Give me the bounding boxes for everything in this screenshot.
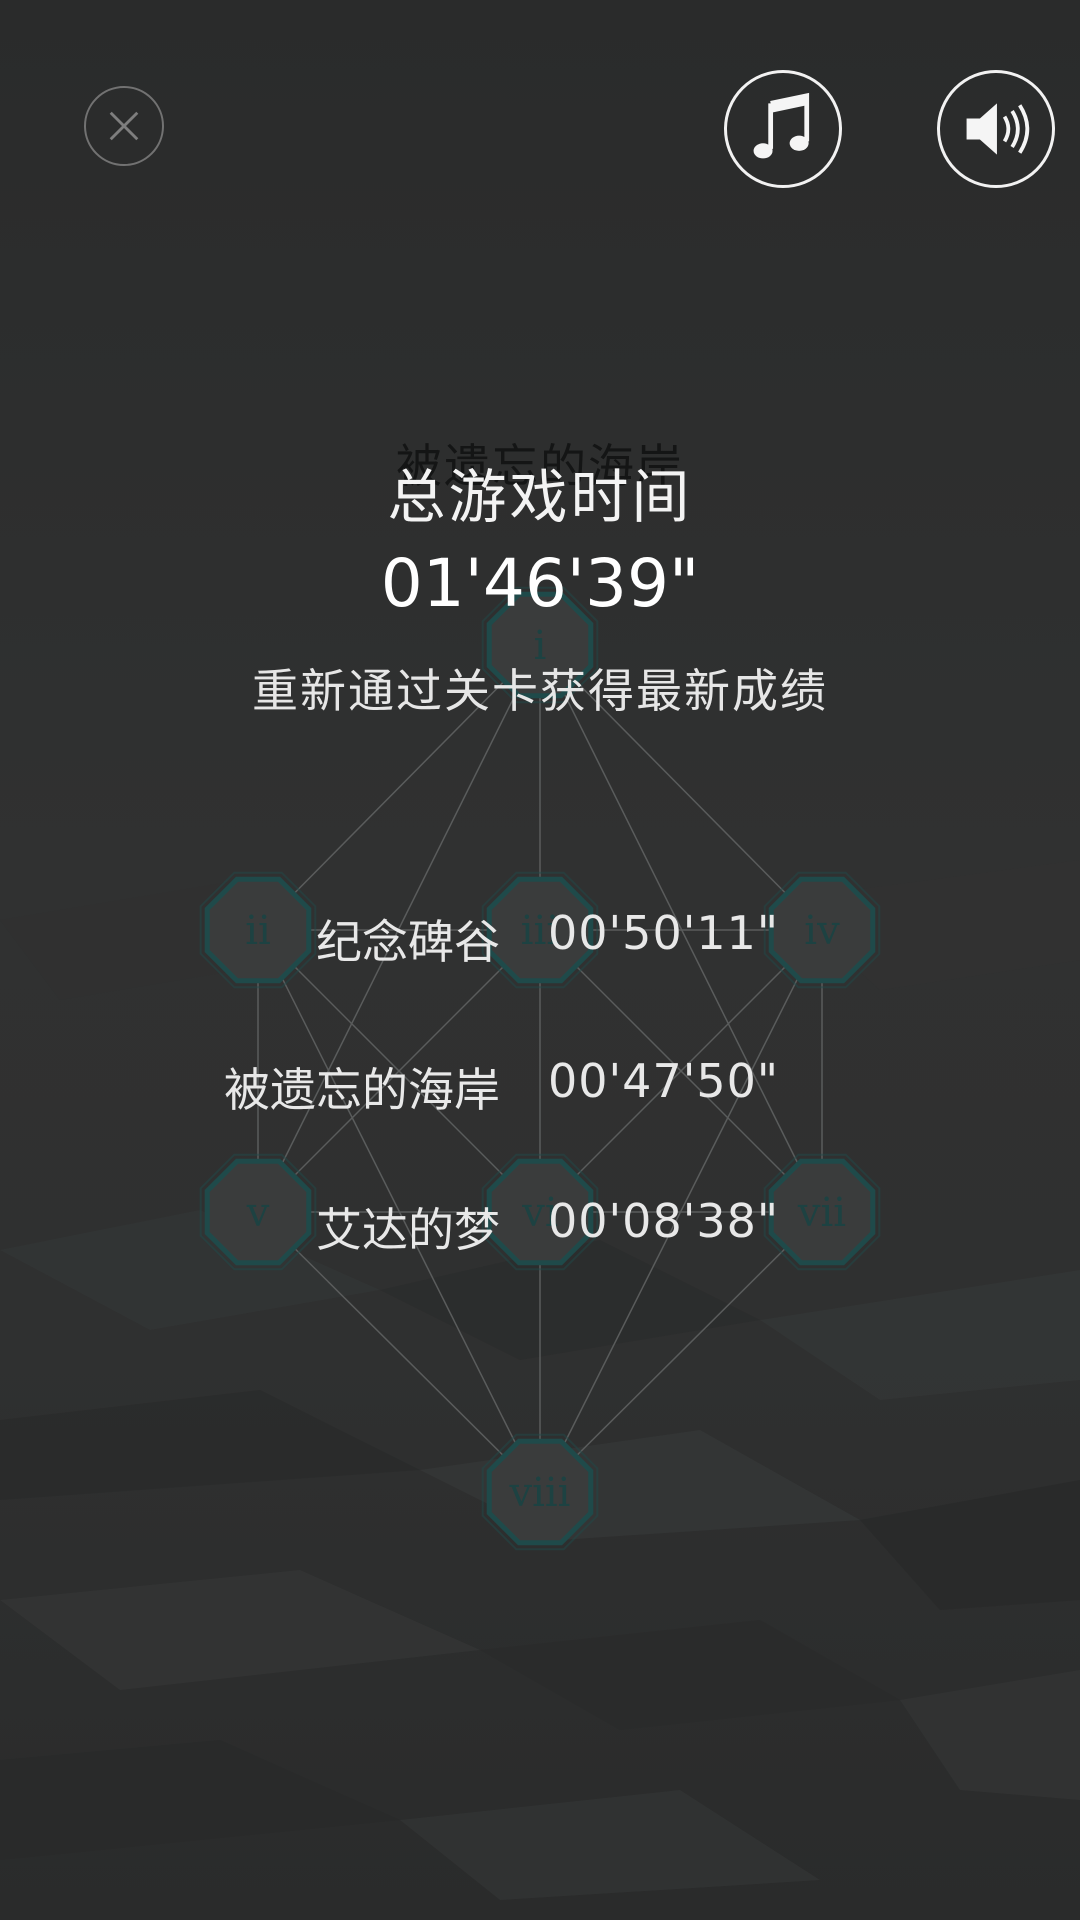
music-note-icon <box>753 92 810 159</box>
chapter-name: 艾达的梦 <box>316 1203 500 1257</box>
total-playtime-label: 总游戏时间 <box>387 463 693 531</box>
chapter-node-viii[interactable]: viii <box>481 1433 599 1551</box>
chapter-name: 被遗忘的海岸 <box>224 1063 500 1117</box>
node-label: viii <box>509 1470 571 1516</box>
chapter-time: 00'50'11" <box>548 906 780 960</box>
chapter-node-iv[interactable]: iv <box>763 871 881 989</box>
chapter-time: 00'08'38" <box>548 1194 780 1248</box>
game-screen: i ii iii iv v vi vii viii 被遗忘的海岸 总游戏时间 01'46'39… <box>0 0 1080 1920</box>
chapter-map: iii iii ivv vi viiviii <box>0 586 1080 1900</box>
music-toggle-button[interactable] <box>724 70 842 188</box>
total-playtime-value: 01'46'39" <box>380 545 700 622</box>
replay-hint: 重新通过关卡获得最新成绩 <box>252 664 828 718</box>
node-label: iv <box>804 908 840 954</box>
sound-toggle-button[interactable] <box>937 70 1055 188</box>
close-button[interactable] <box>84 86 164 166</box>
speaker-volume-icon <box>966 103 1030 155</box>
chapter-name: 纪念碑谷 <box>316 915 500 969</box>
chapter-node-vii[interactable]: vii <box>763 1153 881 1271</box>
close-icon <box>109 111 139 141</box>
node-label: vii <box>797 1190 846 1236</box>
chapter-time: 00'47'50" <box>548 1054 780 1108</box>
